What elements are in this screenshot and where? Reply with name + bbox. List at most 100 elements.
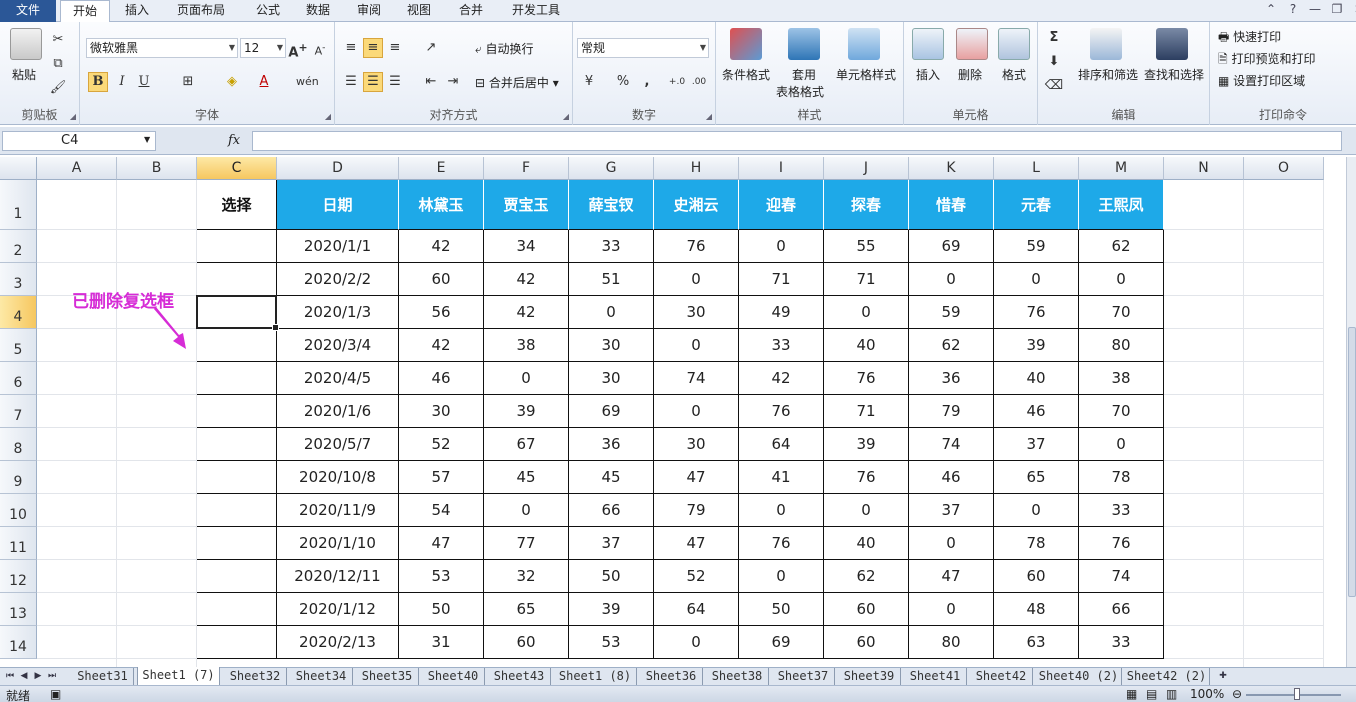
table-cell[interactable]: 0 xyxy=(994,263,1079,296)
conditional-format-button[interactable]: 条件格式 xyxy=(722,66,770,83)
name-box-dropdown-icon[interactable]: ▼ xyxy=(144,135,150,144)
column-header-M[interactable]: M xyxy=(1079,157,1164,180)
table-cell[interactable]: 0 xyxy=(654,329,739,362)
sheet-tab[interactable]: Sheet1 (8) xyxy=(554,668,637,685)
table-cell[interactable]: 60 xyxy=(994,560,1079,593)
sheet-tab[interactable]: Sheet40 (2) xyxy=(1036,668,1122,685)
table-cell[interactable]: 30 xyxy=(654,428,739,461)
table-cell[interactable]: 0 xyxy=(1079,263,1164,296)
table-header-cell[interactable]: 贾宝玉 xyxy=(484,180,569,230)
cell-style-icon[interactable] xyxy=(848,28,880,60)
table-cell[interactable]: 0 xyxy=(739,560,824,593)
select-cell[interactable] xyxy=(197,527,277,560)
empty-cell[interactable] xyxy=(1164,560,1244,593)
table-cell[interactable]: 0 xyxy=(909,593,994,626)
table-cell[interactable]: 0 xyxy=(824,494,909,527)
table-cell[interactable]: 2020/2/13 xyxy=(277,626,399,659)
table-cell[interactable]: 62 xyxy=(824,560,909,593)
italic-button[interactable]: I xyxy=(112,72,132,92)
empty-cell[interactable] xyxy=(1164,659,1244,667)
name-box[interactable]: C4 xyxy=(2,131,156,151)
table-cell[interactable]: 33 xyxy=(1079,494,1164,527)
empty-cell[interactable] xyxy=(1164,593,1244,626)
empty-cell[interactable] xyxy=(1244,626,1324,659)
empty-cell[interactable] xyxy=(1164,395,1244,428)
empty-cell[interactable] xyxy=(37,494,117,527)
table-cell[interactable]: 76 xyxy=(824,362,909,395)
table-cell[interactable]: 0 xyxy=(569,296,654,329)
column-header-K[interactable]: K xyxy=(909,157,994,180)
insert-function-icon[interactable]: fx xyxy=(228,131,250,151)
wrap-text-button[interactable]: ⤶ 自动换行 xyxy=(475,40,534,57)
empty-cell[interactable] xyxy=(117,626,197,659)
table-cell[interactable]: 0 xyxy=(739,494,824,527)
table-cell[interactable]: 2020/11/9 xyxy=(277,494,399,527)
table-cell[interactable]: 39 xyxy=(824,428,909,461)
table-header-cell[interactable]: 探春 xyxy=(824,180,909,230)
ribbon-tab-3[interactable]: 页面布局 xyxy=(168,0,234,22)
table-cell[interactable]: 36 xyxy=(569,428,654,461)
zoom-slider-thumb[interactable] xyxy=(1294,688,1300,700)
macro-record-icon[interactable]: ▣ xyxy=(50,687,61,701)
zoom-out-icon[interactable]: ⊖ xyxy=(1232,687,1242,701)
empty-cell[interactable] xyxy=(1244,180,1324,230)
sort-filter-icon[interactable] xyxy=(1090,28,1122,60)
sheet-tab[interactable]: Sheet39 xyxy=(838,668,901,685)
clear-icon[interactable]: ⌫ xyxy=(1044,76,1064,96)
next-sheet-icon[interactable]: ▶ xyxy=(32,669,44,684)
empty-cell[interactable] xyxy=(117,230,197,263)
align-center-icon[interactable]: ☰ xyxy=(363,72,383,92)
empty-cell[interactable] xyxy=(37,461,117,494)
ribbon-tab-8[interactable]: 合并 xyxy=(448,0,494,22)
table-cell[interactable]: 0 xyxy=(739,230,824,263)
empty-cell[interactable] xyxy=(1244,263,1324,296)
select-cell[interactable] xyxy=(197,263,277,296)
grow-font-icon[interactable]: A+ xyxy=(288,38,308,60)
number-launcher-icon[interactable]: ◢ xyxy=(706,112,712,121)
collapse-ribbon-icon[interactable]: ⌃ xyxy=(1262,2,1280,18)
table-cell[interactable]: 80 xyxy=(1079,329,1164,362)
table-cell[interactable]: 62 xyxy=(909,329,994,362)
table-cell[interactable]: 2020/5/7 xyxy=(277,428,399,461)
table-cell[interactable]: 76 xyxy=(739,527,824,560)
delete-cells-icon[interactable] xyxy=(956,28,988,60)
table-cell[interactable]: 42 xyxy=(739,362,824,395)
table-cell[interactable]: 2020/1/3 xyxy=(277,296,399,329)
table-cell[interactable]: 71 xyxy=(824,395,909,428)
table-cell[interactable]: 66 xyxy=(1079,593,1164,626)
select-all-corner[interactable] xyxy=(0,157,37,180)
empty-cell[interactable] xyxy=(37,593,117,626)
table-cell[interactable]: 46 xyxy=(399,362,484,395)
table-cell[interactable]: 40 xyxy=(824,329,909,362)
table-cell[interactable]: 30 xyxy=(654,296,739,329)
table-cell[interactable]: 2020/1/12 xyxy=(277,593,399,626)
table-cell[interactable]: 45 xyxy=(484,461,569,494)
table-cell[interactable]: 42 xyxy=(399,329,484,362)
table-cell[interactable]: 37 xyxy=(909,494,994,527)
row-header-2[interactable]: 2 xyxy=(0,230,37,263)
increase-decimal-icon[interactable]: +.0 xyxy=(667,72,687,92)
table-cell[interactable]: 76 xyxy=(739,395,824,428)
table-format-icon[interactable] xyxy=(788,28,820,60)
empty-cell[interactable] xyxy=(1164,494,1244,527)
column-header-J[interactable]: J xyxy=(824,157,909,180)
table-cell[interactable]: 60 xyxy=(484,626,569,659)
table-cell[interactable]: 30 xyxy=(569,362,654,395)
column-header-C[interactable]: C xyxy=(197,157,277,180)
table-cell[interactable]: 50 xyxy=(569,560,654,593)
column-header-G[interactable]: G xyxy=(569,157,654,180)
font-color-icon[interactable]: A xyxy=(254,72,274,92)
empty-cell[interactable] xyxy=(117,362,197,395)
empty-cell[interactable] xyxy=(1164,263,1244,296)
table-cell[interactable]: 39 xyxy=(994,329,1079,362)
empty-cell[interactable] xyxy=(37,180,117,230)
empty-cell[interactable] xyxy=(1164,180,1244,230)
print-area-button[interactable]: ▦ 设置打印区域 xyxy=(1218,72,1305,89)
table-cell[interactable]: 2020/4/5 xyxy=(277,362,399,395)
alignment-launcher-icon[interactable]: ◢ xyxy=(563,112,569,121)
table-cell[interactable]: 47 xyxy=(654,461,739,494)
empty-cell[interactable] xyxy=(117,180,197,230)
table-cell[interactable]: 49 xyxy=(739,296,824,329)
column-header-I[interactable]: I xyxy=(739,157,824,180)
table-cell[interactable]: 47 xyxy=(909,560,994,593)
